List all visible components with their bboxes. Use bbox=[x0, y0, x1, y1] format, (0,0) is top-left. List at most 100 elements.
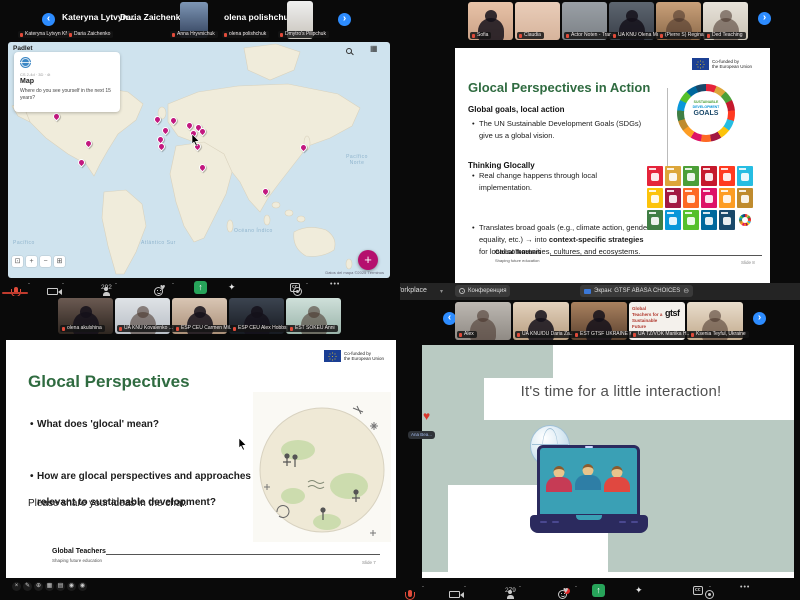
sdg-goal-tile bbox=[683, 210, 699, 230]
annot-record-icon[interactable]: ◉ bbox=[67, 582, 76, 591]
captions-caret-icon[interactable]: ˇ bbox=[306, 284, 308, 290]
more-options-icon[interactable]: ••• bbox=[740, 584, 750, 591]
laptop-screen-graphic bbox=[537, 445, 640, 517]
muted-mic-icon bbox=[172, 33, 175, 37]
ai-sparkle-icon[interactable]: ✦ bbox=[228, 282, 236, 293]
participants-count: 292 bbox=[101, 284, 112, 291]
sdg-wheel-logo: SUSTAINABLE DEVELOPMENT GOALS bbox=[677, 84, 735, 142]
heart-reaction-icon[interactable]: ♥ bbox=[563, 585, 568, 595]
share-header-bar: Workplace ▾ Конференция Экран: GTSF ABAS… bbox=[400, 283, 800, 300]
camera-icon[interactable] bbox=[47, 288, 58, 295]
eu-flag-icon bbox=[324, 350, 341, 362]
heart-caret-icon[interactable]: ˇ bbox=[575, 587, 577, 593]
padlet-brand: Padlet bbox=[13, 45, 33, 52]
annot-zoom-icon[interactable]: ⊕ bbox=[34, 582, 43, 591]
annot-close-icon[interactable]: × bbox=[12, 582, 21, 591]
share-screen-button[interactable]: ↑ bbox=[194, 281, 207, 294]
sdg-goal-tile bbox=[719, 188, 735, 208]
mute-mic-icon[interactable] bbox=[408, 590, 412, 597]
sdg-goal-tile bbox=[647, 188, 663, 208]
next-participants-button[interactable]: › bbox=[753, 312, 766, 325]
padlet-question-card[interactable]: CS 2-4d · 3D · 4t Map Where do you see y… bbox=[14, 52, 120, 112]
next-participants-button[interactable]: › bbox=[758, 12, 771, 25]
camera-caret-icon[interactable]: ˇ bbox=[464, 587, 466, 593]
participant-label: UA KNU Kovalenko ... bbox=[117, 325, 176, 332]
mic-caret-icon[interactable]: ˇ bbox=[28, 284, 30, 290]
participant-name: Daria Zaichenko bbox=[120, 12, 186, 22]
map-fullscreen-button[interactable]: ⊞ bbox=[54, 256, 65, 267]
next-participants-button[interactable]: › bbox=[338, 13, 351, 26]
slide-bullet: What does 'glocal' mean? bbox=[30, 412, 260, 438]
screen-share-pill[interactable]: Экран: GTSF ABASA CHOICES ⊖ bbox=[580, 285, 693, 297]
muted-mic-icon bbox=[660, 34, 663, 38]
participant-label: Alex bbox=[457, 331, 477, 338]
sdg-goal-tile bbox=[719, 166, 735, 186]
card-title: Map bbox=[20, 78, 34, 85]
zoom-toolbar: ˇ ˇ 292 ˇ ♥ ˇ ↑ ✦ cc ˇ ••• bbox=[0, 280, 400, 296]
captions-caret-icon[interactable]: ˇ bbox=[709, 587, 711, 593]
participants-caret-icon[interactable]: ˇ bbox=[115, 284, 117, 290]
footer-rule bbox=[550, 255, 762, 256]
screenshot-top-left: ‹ › Kateryna Lytvyn... Daria Zaichenko o… bbox=[0, 0, 400, 296]
muted-mic-icon bbox=[575, 333, 578, 337]
muted-mic-icon bbox=[633, 333, 636, 337]
remote-cursor bbox=[238, 438, 247, 450]
annot-slides-icon[interactable]: ▤ bbox=[56, 582, 65, 591]
grid-view-icon[interactable]: ▦ bbox=[370, 44, 378, 53]
slide-heading: Global goals, local action bbox=[468, 105, 564, 114]
share-screen-button[interactable]: ↑ bbox=[592, 584, 605, 597]
annot-pen-icon[interactable]: ✎ bbox=[23, 582, 32, 591]
heart-reaction-icon[interactable]: ♥ bbox=[160, 282, 165, 292]
minimize-share-icon[interactable]: ⊖ bbox=[683, 287, 689, 295]
participant-label: Ksenia Teyful, Ukraine bbox=[689, 331, 749, 338]
muted-mic-icon bbox=[233, 327, 236, 331]
muted-mic-icon bbox=[290, 327, 293, 331]
add-post-button[interactable]: + bbox=[358, 250, 378, 270]
map-zoom-in-button[interactable]: + bbox=[26, 256, 37, 267]
more-options-icon[interactable]: ••• bbox=[330, 281, 340, 288]
footer-tagline: Shaping future education bbox=[52, 558, 102, 563]
participant-label: ESP CEU Carmen Mil... bbox=[174, 325, 234, 332]
slide-title: Glocal Perspectives bbox=[28, 372, 190, 392]
card-question: Where do you see yourself in the next 15… bbox=[20, 88, 114, 102]
footer-org-name: Global Teachers bbox=[52, 548, 106, 555]
app-dropdown-icon[interactable]: ▾ bbox=[440, 289, 443, 295]
muted-mic-icon bbox=[691, 333, 694, 337]
camera-icon[interactable] bbox=[449, 591, 460, 598]
map-select-button[interactable]: ⊡ bbox=[12, 256, 23, 267]
mic-caret-icon[interactable]: ˇ bbox=[422, 587, 424, 593]
annotation-toolbar: × ✎ ⊕ ▦ ▤ ◉ ◉ bbox=[12, 582, 87, 591]
ai-sparkle-icon[interactable]: ✦ bbox=[635, 585, 643, 596]
globe-illustration bbox=[253, 392, 391, 542]
participant-label: UA KNU/DU Daria Za... bbox=[515, 331, 575, 338]
annot-more-icon[interactable]: ◉ bbox=[78, 582, 87, 591]
sdg-wheel-text: GOALS bbox=[677, 110, 735, 117]
captions-icon[interactable]: cc bbox=[693, 586, 703, 595]
annot-grid-icon[interactable]: ▦ bbox=[45, 582, 54, 591]
sdg-goal-tile bbox=[701, 210, 717, 230]
slide-bullet: Real change happens through local implem… bbox=[472, 170, 652, 194]
screenshot-bottom-left: olena akulshina UA KNU Kovalenko ... ESP… bbox=[0, 296, 400, 600]
sdg-goal-tile bbox=[683, 188, 699, 208]
padlet-window: Padlet ▦ CS 2-4d · 3D · 4t Map Where do … bbox=[8, 42, 390, 278]
participants-count: 279 bbox=[505, 587, 516, 594]
screenshot-top-right: › Sofia Claudia Actor Noten - Transl.. U… bbox=[400, 0, 800, 283]
slide-title: It's time for a little interaction! bbox=[448, 383, 794, 400]
eu-flag-icon bbox=[692, 58, 709, 70]
sdg-goal-tile bbox=[665, 188, 681, 208]
prev-participants-button[interactable]: ‹ bbox=[42, 13, 55, 26]
captions-icon[interactable]: cc bbox=[290, 283, 300, 292]
participants-caret-icon[interactable]: ˇ bbox=[519, 587, 521, 593]
participant-label: Dmytro's Pilipchuk bbox=[278, 31, 329, 38]
muted-mic-icon bbox=[707, 34, 710, 38]
participant-label: EST SOKEU Anni bbox=[288, 325, 338, 332]
heart-caret-icon[interactable]: ˇ bbox=[172, 284, 174, 290]
sdg-goal-tile bbox=[719, 210, 735, 230]
footer-org-name: Global Teachers bbox=[495, 250, 541, 256]
search-icon[interactable] bbox=[346, 48, 352, 54]
conference-pill[interactable]: Конференция bbox=[455, 285, 510, 297]
muted-mic-icon bbox=[176, 327, 179, 331]
map-zoom-out-button[interactable]: − bbox=[40, 256, 51, 267]
camera-caret-icon[interactable]: ˇ bbox=[62, 284, 64, 290]
participant-label: ESP CEU Alex Hobbs bbox=[231, 325, 290, 332]
